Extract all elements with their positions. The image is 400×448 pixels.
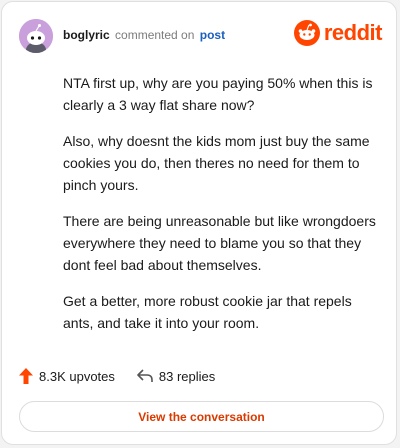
comment-paragraph: Also, why doesnt the kids mom just buy t… bbox=[63, 133, 370, 193]
replies-stat[interactable]: 83 replies bbox=[137, 369, 215, 384]
replies-count: 83 replies bbox=[158, 368, 216, 384]
comment-header: boglyric commented on post bbox=[63, 27, 225, 43]
comment-body: NTA first up, why are you paying 50% whe… bbox=[63, 72, 379, 348]
comment-stats: 8.3K upvotes 83 replies bbox=[19, 368, 215, 384]
reddit-comment-card: boglyric commented on post reddit NTA fi… bbox=[1, 1, 397, 445]
reddit-logo[interactable]: reddit bbox=[293, 20, 383, 46]
post-link[interactable]: post bbox=[200, 28, 225, 42]
reply-arrow-icon bbox=[137, 369, 153, 382]
upvote-arrow-icon bbox=[19, 368, 33, 384]
view-conversation-button[interactable]: View the conversation bbox=[19, 401, 384, 432]
avatar[interactable] bbox=[19, 19, 53, 53]
comment-paragraph: There are being unreasonable but like wr… bbox=[63, 213, 376, 273]
snoo-avatar-icon bbox=[19, 19, 53, 53]
upvotes-count: 8.3K upvotes bbox=[39, 368, 115, 384]
reddit-snoo-icon bbox=[293, 20, 320, 46]
comment-paragraph: Get a better, more robust cookie jar tha… bbox=[63, 293, 352, 331]
action-text: commented on bbox=[115, 28, 195, 42]
upvotes-stat[interactable]: 8.3K upvotes bbox=[19, 368, 115, 384]
comment-paragraph: NTA first up, why are you paying 50% whe… bbox=[63, 75, 373, 113]
username[interactable]: boglyric bbox=[63, 28, 110, 42]
reddit-wordmark: reddit bbox=[323, 20, 383, 45]
